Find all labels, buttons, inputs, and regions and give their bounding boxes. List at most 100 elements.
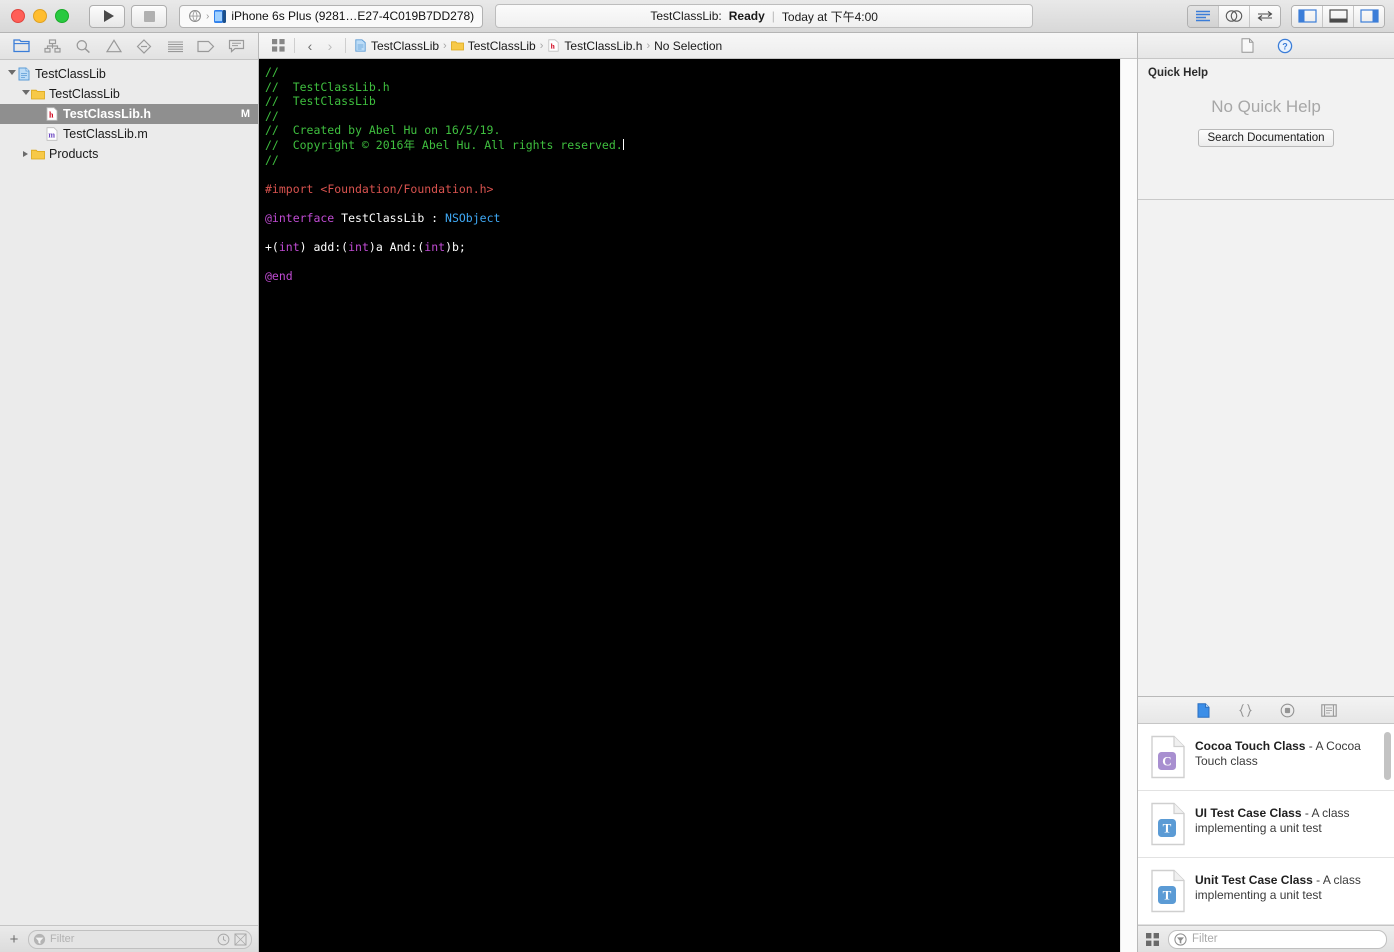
toggle-utilities-button[interactable] bbox=[1354, 5, 1384, 27]
library-item-list[interactable]: C Cocoa Touch Class - A Cocoa Touch class… bbox=[1138, 724, 1394, 925]
code-line: // bbox=[265, 109, 1120, 124]
breakpoint-tag-icon bbox=[197, 40, 215, 52]
status-bar: TestClassLib: Ready | Today at 下午4:00 bbox=[495, 4, 1034, 28]
sidebar-item-symbol-navigator[interactable] bbox=[72, 36, 94, 56]
library-list-item[interactable]: T UI Test Case Class - A class implementi… bbox=[1138, 791, 1394, 858]
tab-object-library[interactable] bbox=[1277, 701, 1297, 720]
version-editor-icon bbox=[1257, 11, 1273, 21]
view-toggles-segmented bbox=[1291, 4, 1385, 28]
standard-editor-button[interactable] bbox=[1188, 5, 1219, 27]
tab-file-inspector[interactable] bbox=[1236, 36, 1258, 55]
file-template-icon: T bbox=[1150, 869, 1186, 913]
tree-row-label: TestClassLib.h bbox=[63, 107, 151, 121]
quick-help-button-wrap: Search Documentation bbox=[1148, 129, 1384, 147]
editor-right-gutter bbox=[1120, 59, 1137, 952]
tree-row-source-file[interactable]: m TestClassLib.m bbox=[0, 124, 258, 144]
breadcrumb-item-selection[interactable]: No Selection bbox=[651, 39, 725, 53]
navigator-filter-field[interactable]: Filter bbox=[28, 929, 252, 949]
inspector-empty-area bbox=[1138, 200, 1394, 697]
standard-editor-icon bbox=[1196, 10, 1210, 21]
assistant-editor-button[interactable] bbox=[1219, 5, 1250, 27]
run-button[interactable] bbox=[89, 4, 125, 28]
grid-view-icon[interactable] bbox=[1145, 932, 1160, 947]
filter-circle-icon bbox=[33, 933, 46, 945]
tree-row-label: Products bbox=[49, 147, 99, 161]
device-icon bbox=[214, 9, 227, 23]
breadcrumb-item-project[interactable]: TestClassLib bbox=[351, 39, 442, 53]
disclosure-triangle[interactable] bbox=[6, 70, 17, 78]
navigator-footer: + Filter bbox=[0, 925, 258, 952]
toggle-navigator-button[interactable] bbox=[1292, 5, 1323, 27]
scm-filter-icon[interactable] bbox=[234, 933, 247, 946]
library-scrollbar[interactable] bbox=[1384, 732, 1391, 780]
stop-button[interactable] bbox=[131, 4, 167, 28]
code-line: // bbox=[265, 153, 1120, 168]
forward-button[interactable]: › bbox=[320, 38, 340, 54]
code-token: // bbox=[265, 65, 279, 79]
library-filter-field[interactable]: Filter bbox=[1168, 929, 1387, 949]
tab-file-template-library[interactable] bbox=[1193, 701, 1213, 720]
breadcrumb-item-file[interactable]: h TestClassLib.h bbox=[544, 39, 645, 53]
code-token: <Foundation/Foundation.h> bbox=[320, 181, 494, 196]
tab-code-snippet-library[interactable] bbox=[1235, 701, 1255, 720]
disclosure-triangle[interactable] bbox=[20, 90, 31, 98]
close-button[interactable] bbox=[11, 9, 25, 23]
question-circle-icon: ? bbox=[1277, 38, 1293, 53]
back-button[interactable]: ‹ bbox=[300, 38, 320, 54]
toggle-debug-area-button[interactable] bbox=[1323, 5, 1354, 27]
tree-row-group[interactable]: TestClassLib bbox=[0, 84, 258, 104]
search-documentation-button[interactable]: Search Documentation bbox=[1197, 129, 1335, 147]
source-code-editor[interactable]: //// TestClassLib.h// TestClassLib//// C… bbox=[259, 59, 1120, 952]
code-token: int bbox=[278, 240, 300, 255]
editor-mode-segmented bbox=[1187, 4, 1281, 28]
sidebar-item-breakpoint-navigator[interactable] bbox=[195, 36, 217, 56]
editor-panel: ‹ › TestClassLib › TestClassLib › h Test… bbox=[259, 33, 1137, 952]
tab-media-library[interactable] bbox=[1319, 701, 1339, 720]
code-token: )a And:( bbox=[368, 240, 425, 255]
sidebar-item-report-navigator[interactable] bbox=[226, 36, 248, 56]
sidebar-item-project-navigator[interactable] bbox=[10, 36, 32, 56]
sidebar-item-test-navigator[interactable] bbox=[133, 36, 155, 56]
svg-text:h: h bbox=[49, 111, 54, 120]
library-list-item[interactable]: T Unit Test Case Class - A class implemen… bbox=[1138, 858, 1394, 925]
minimize-button[interactable] bbox=[33, 9, 47, 23]
library-footer: Filter bbox=[1138, 925, 1394, 952]
project-icon bbox=[17, 67, 31, 81]
code-token: // bbox=[265, 152, 279, 167]
tab-quick-help-inspector[interactable]: ? bbox=[1274, 36, 1296, 55]
toggle-utilities-icon bbox=[1359, 9, 1379, 23]
quick-help-empty-message: No Quick Help bbox=[1211, 97, 1321, 116]
code-token: @end bbox=[265, 269, 293, 284]
code-line: +(int) add:(int)a And:(int)b; bbox=[265, 240, 1120, 255]
tree-row-project[interactable]: TestClassLib bbox=[0, 64, 258, 84]
main-area: TestClassLib TestClassLib h TestClassLib… bbox=[0, 33, 1394, 952]
library-item-text: Cocoa Touch Class - A Cocoa Touch class bbox=[1195, 735, 1382, 769]
disclosure-triangle[interactable] bbox=[20, 151, 31, 157]
zoom-button[interactable] bbox=[55, 9, 69, 23]
scheme-selector[interactable]: › iPhone 6s Plus (9281…E27-4C019B7DD278) bbox=[179, 4, 484, 28]
scheme-icon bbox=[189, 10, 201, 22]
library-item-text: UI Test Case Class - A class implementin… bbox=[1195, 802, 1382, 836]
code-line: @end bbox=[265, 269, 1120, 284]
version-editor-button[interactable] bbox=[1250, 5, 1280, 27]
tree-row-products[interactable]: Products bbox=[0, 144, 258, 164]
add-button[interactable]: + bbox=[6, 932, 22, 947]
sidebar-item-debug-navigator[interactable] bbox=[164, 36, 186, 56]
source-control-icon bbox=[44, 39, 61, 53]
toggle-debug-area-icon bbox=[1328, 9, 1348, 23]
code-line: // TestClassLib bbox=[265, 94, 1120, 109]
related-items-button[interactable] bbox=[267, 38, 289, 53]
clock-icon[interactable] bbox=[217, 933, 230, 946]
search-icon bbox=[76, 39, 90, 53]
toggle-navigator-icon bbox=[1297, 9, 1317, 23]
play-icon bbox=[103, 10, 114, 22]
sidebar-item-source-control-navigator[interactable] bbox=[41, 36, 63, 56]
sidebar-item-issue-navigator[interactable] bbox=[103, 36, 125, 56]
svg-text:?: ? bbox=[1282, 41, 1288, 51]
jump-bar: ‹ › TestClassLib › TestClassLib › h Test… bbox=[259, 33, 1137, 59]
tree-row-header-file[interactable]: h TestClassLib.h M bbox=[0, 104, 258, 124]
library-list-item[interactable]: C Cocoa Touch Class - A Cocoa Touch class bbox=[1138, 724, 1394, 791]
breadcrumb-item-group[interactable]: TestClassLib bbox=[448, 39, 539, 53]
status-time: Today at 下午4:00 bbox=[781, 9, 878, 24]
